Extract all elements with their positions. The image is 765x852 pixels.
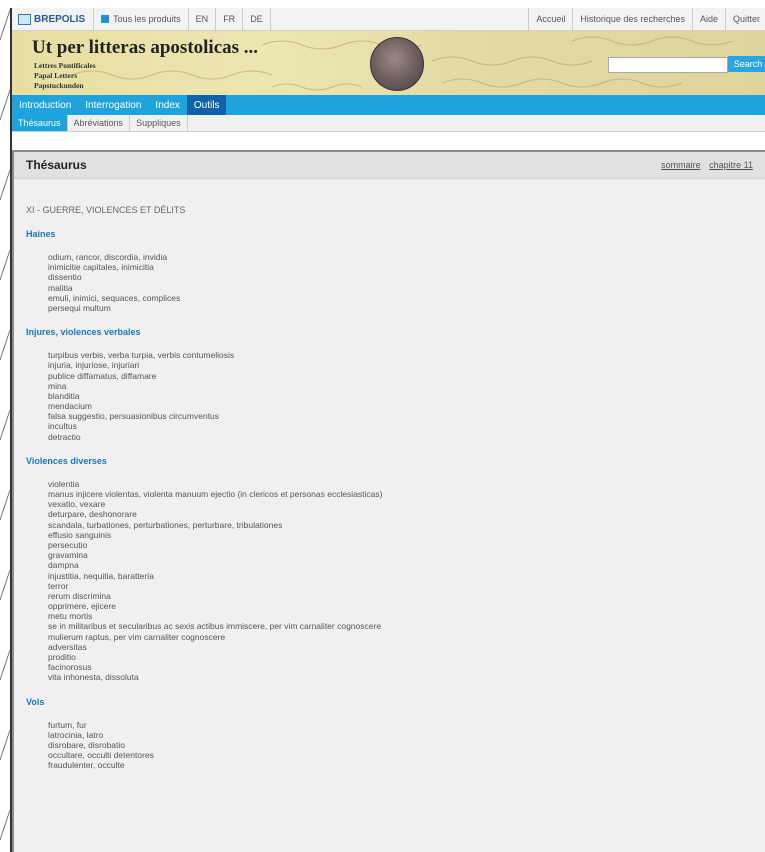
- term-item: se in militaribus et secularibus ac sexi…: [48, 621, 382, 632]
- thesaurus-sections: Haines odium, rancor, discordia, invidia i…: [26, 229, 765, 771]
- term-item: injuria, injuriose, injuriari: [48, 360, 140, 371]
- term-item: dampna: [48, 560, 79, 571]
- section-heading[interactable]: Vols: [26, 697, 765, 707]
- brepolis-logo-icon: [18, 13, 31, 25]
- browser-frame: BREPOLIS Tous les produits EN FR DE Accu…: [10, 8, 765, 852]
- lang-de[interactable]: DE: [243, 8, 271, 30]
- term-item: vita inhonesta, dissoluta: [48, 672, 139, 683]
- quit-link[interactable]: Quitter: [724, 8, 765, 30]
- term-item: blanditia: [48, 390, 80, 401]
- term-list: turpibus verbis, verba turpia, verbis co…: [48, 350, 765, 442]
- search-button[interactable]: Search: [728, 56, 765, 72]
- panel-header: Thésaurus sommaire chapitre 11: [14, 152, 765, 179]
- term-list: violentia manus injicere violentas, viole…: [48, 479, 765, 683]
- term-item: opprimere, ejicere: [48, 601, 117, 612]
- term-item: falsa suggestio, persuasionibus circumve…: [48, 411, 220, 422]
- term-item: terror: [48, 580, 69, 591]
- section-heading[interactable]: Injures, violences verbales: [26, 327, 765, 337]
- thesaurus-body: XI - GUERRE, VIOLENCES ET DÉLITS Haines o…: [14, 205, 765, 771]
- lang-fr[interactable]: FR: [216, 8, 244, 30]
- section-heading[interactable]: Violences diverses: [26, 456, 765, 466]
- panel-links: sommaire chapitre 11: [655, 160, 753, 170]
- chapter-link[interactable]: chapitre 11: [709, 160, 753, 170]
- chapter-heading: XI - GUERRE, VIOLENCES ET DÉLITS: [26, 205, 186, 215]
- term-item: publice diffamatus, diffamare: [48, 370, 157, 381]
- nav-outils[interactable]: Outils: [186, 95, 227, 115]
- subtitle-line-de: Papstuckunden: [34, 81, 84, 90]
- products-icon: [101, 15, 110, 23]
- term-item: gravamina: [48, 550, 88, 561]
- term-item: inimicitie capitales, inimicitia: [48, 262, 154, 273]
- sub-nav: Thésaurus Abréviations Suppliques: [12, 115, 765, 132]
- nav-index[interactable]: Index: [148, 95, 186, 115]
- term-item: metu mortis: [48, 611, 93, 622]
- thesaurus-panel: Thésaurus sommaire chapitre 11 XI - GUER…: [12, 150, 765, 852]
- search-history-link[interactable]: Historique des recherches: [572, 8, 692, 30]
- term-item: proditio: [48, 652, 76, 662]
- term-item: disrobare, disrobatio: [48, 739, 126, 750]
- page-title: Thésaurus: [26, 158, 87, 172]
- nav-introduction[interactable]: Introduction: [12, 95, 78, 115]
- term-item: rerum discrimina: [48, 590, 111, 601]
- term-item: turpibus verbis, verba turpia, verbis co…: [48, 350, 235, 361]
- search-input[interactable]: [608, 57, 728, 73]
- term-item: deturpare, deshonorare: [48, 509, 137, 520]
- term-list: odium, rancor, discordia, invidia inimici…: [48, 252, 765, 313]
- main-nav: Introduction Interrogation Index Outils: [12, 95, 765, 115]
- term-item: occultare, occulti detentores: [48, 750, 154, 761]
- term-item: facinorosus: [48, 662, 92, 673]
- term-item: mulierum raptus, per vim carnaliter cogn…: [48, 631, 226, 642]
- term-item: effusio sanguinis: [48, 529, 112, 540]
- term-item: detractio: [48, 431, 81, 442]
- brepolis-logo[interactable]: BREPOLIS: [12, 8, 95, 30]
- term-item: odium, rancor, discordia, invidia: [48, 252, 168, 262]
- term-item: injustitia, nequitia, baratteria: [48, 570, 154, 581]
- term-item: violentia: [48, 478, 80, 489]
- term-item: dissentio: [48, 272, 82, 283]
- subtitle-line-fr: Lettres Pontificales: [34, 61, 96, 70]
- term-item: persecutio: [48, 539, 88, 550]
- term-item: furtum, fur: [48, 719, 87, 730]
- tab-thesaurus[interactable]: Thésaurus: [12, 115, 68, 131]
- term-item: vexatio, vexare: [48, 499, 106, 510]
- tab-suppliques[interactable]: Suppliques: [130, 115, 188, 131]
- papal-seal-image: [370, 37, 424, 91]
- term-item: mendacium: [48, 401, 92, 412]
- home-link[interactable]: Accueil: [528, 8, 572, 30]
- term-item: fraudulenter, occulte: [48, 760, 125, 771]
- term-item: adversitas: [48, 641, 87, 652]
- site-subtitle: Lettres Pontificales Papal Letters Papst…: [34, 61, 96, 91]
- help-link[interactable]: Aide: [691, 8, 725, 30]
- summary-link[interactable]: sommaire: [661, 160, 701, 170]
- term-item: emuli, inimici, sequaces, complices: [48, 292, 181, 303]
- all-products-link[interactable]: Tous les produits: [94, 8, 189, 30]
- term-item: scandala, turbationes, perturbationes, p…: [48, 519, 283, 530]
- term-list: furtum, fur latrocinia, latro disrobare, d…: [48, 720, 765, 771]
- lang-en[interactable]: EN: [189, 8, 217, 30]
- logo-text: BREPOLIS: [34, 13, 86, 25]
- term-item: manus injicere violentas, violenta manuu…: [48, 489, 383, 499]
- section-heading[interactable]: Haines: [26, 229, 765, 239]
- all-products-label: Tous les produits: [113, 14, 181, 24]
- header-banner: Ut per litteras apostolicas ... Lettres …: [12, 31, 765, 95]
- term-item: malitia: [48, 282, 73, 293]
- nav-interrogation[interactable]: Interrogation: [78, 95, 148, 115]
- subtitle-line-en: Papal Letters: [34, 71, 78, 80]
- term-item: incultus: [48, 421, 77, 432]
- term-item: latrocinia, latro: [48, 729, 104, 740]
- tab-abreviations[interactable]: Abréviations: [68, 115, 131, 131]
- top-bar: BREPOLIS Tous les produits EN FR DE Accu…: [12, 8, 765, 31]
- term-item: mina: [48, 380, 67, 391]
- site-title[interactable]: Ut per litteras apostolicas ...: [32, 37, 258, 59]
- term-item: persequi multum: [48, 302, 111, 313]
